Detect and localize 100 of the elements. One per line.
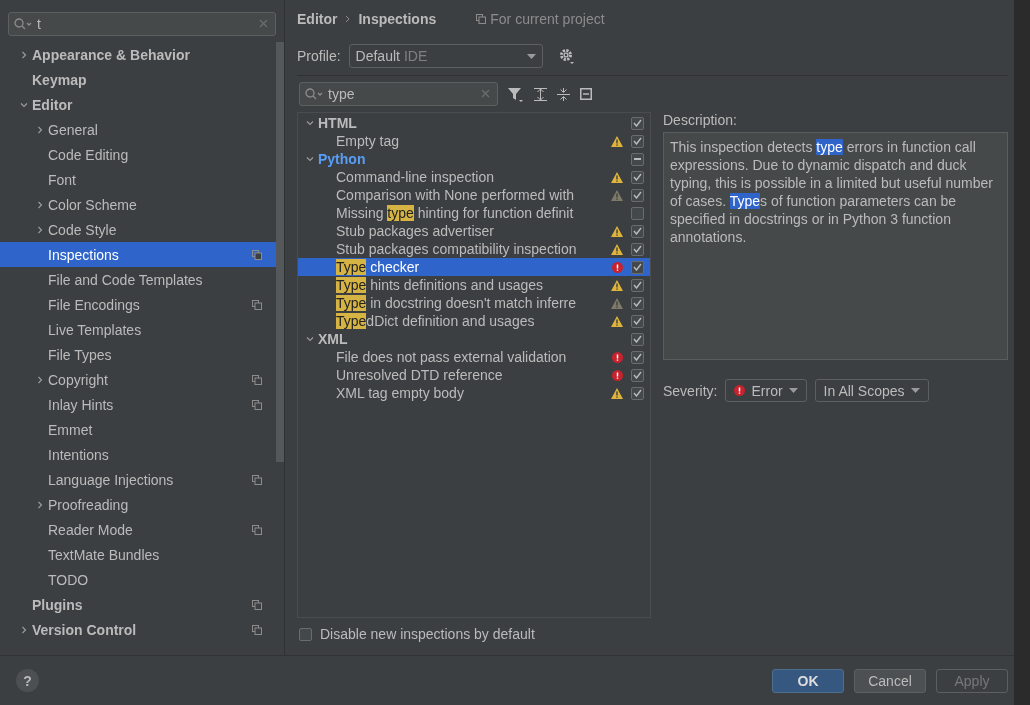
settings-icon[interactable] xyxy=(558,48,575,64)
dropdown-arrow-icon xyxy=(788,388,798,393)
chevron-down-icon[interactable] xyxy=(306,155,314,163)
settings-tree-item[interactable]: Plugins xyxy=(0,592,276,617)
check-mark-icon xyxy=(633,263,642,271)
settings-tree-item[interactable]: Inspections xyxy=(0,242,276,267)
settings-tree-item[interactable]: TextMate Bundles xyxy=(0,542,276,567)
chevron-right-icon[interactable] xyxy=(36,225,44,234)
settings-tree-item[interactable]: Reader Mode xyxy=(0,517,276,542)
checkbox[interactable] xyxy=(631,134,644,148)
settings-tree-item[interactable]: Appearance & Behavior xyxy=(0,42,276,67)
check-mark-icon xyxy=(633,245,642,253)
search-field[interactable]: t xyxy=(8,12,276,36)
search-icon xyxy=(305,88,323,100)
chevron-right-icon[interactable] xyxy=(36,500,44,509)
checkbox[interactable] xyxy=(631,368,644,382)
collapse-all-icon[interactable] xyxy=(557,87,570,101)
checkbox[interactable] xyxy=(631,224,644,238)
inspection-row[interactable]: HTML xyxy=(298,114,650,132)
settings-tree-item[interactable]: Code Editing xyxy=(0,142,276,167)
checkbox[interactable] xyxy=(631,386,644,400)
dropdown-arrow-icon xyxy=(526,53,536,59)
settings-tree-item[interactable]: Editor xyxy=(0,92,276,117)
check-mark-icon xyxy=(633,191,642,199)
settings-tree-item[interactable]: File and Code Templates xyxy=(0,267,276,292)
chevron-right-icon[interactable] xyxy=(36,375,44,384)
filter-icon[interactable] xyxy=(508,86,524,102)
checkbox-label[interactable]: Disable new inspections by default xyxy=(320,626,535,642)
checkbox[interactable] xyxy=(631,152,644,166)
profile-dropdown[interactable]: Default IDE xyxy=(348,44,543,68)
inspection-row[interactable]: XML tag empty body xyxy=(298,384,650,402)
search-icon xyxy=(14,18,32,30)
scrollbar-thumb[interactable] xyxy=(276,42,284,462)
settings-tree-item[interactable]: TODO xyxy=(0,567,276,592)
inspection-row[interactable]: Stub packages advertiser xyxy=(298,222,650,240)
filter-field[interactable]: type xyxy=(299,82,498,106)
inspection-row[interactable]: Python xyxy=(298,150,650,168)
settings-tree-item[interactable]: Inlay Hints xyxy=(0,392,276,417)
checkbox[interactable] xyxy=(631,206,644,220)
severity-dropdown[interactable]: Error xyxy=(725,379,807,402)
inspection-row[interactable]: Command-line inspection xyxy=(298,168,650,186)
checkbox[interactable] xyxy=(631,188,644,202)
inspection-row[interactable]: Type checker xyxy=(298,258,650,276)
settings-tree-item[interactable]: Intentions xyxy=(0,442,276,467)
inspection-row[interactable]: Empty tag xyxy=(298,132,650,150)
checkbox[interactable] xyxy=(631,278,644,292)
breadcrumb-item[interactable]: Editor xyxy=(297,11,338,27)
settings-tree-item[interactable]: File Types xyxy=(0,342,276,367)
checkbox[interactable] xyxy=(631,260,644,274)
settings-tree-item[interactable]: Color Scheme xyxy=(0,192,276,217)
checkbox[interactable] xyxy=(631,242,644,256)
reset-icon[interactable] xyxy=(580,88,592,100)
settings-tree-item[interactable]: File Encodings xyxy=(0,292,276,317)
checkbox[interactable] xyxy=(631,350,644,364)
dialog-button[interactable]: OK xyxy=(772,668,844,693)
chevron-right-icon[interactable] xyxy=(20,625,28,634)
settings-tree-item[interactable]: Language Injections xyxy=(0,467,276,492)
inspection-row[interactable]: Comparison with None performed with xyxy=(298,186,650,204)
help-button[interactable]: ? xyxy=(16,669,39,692)
settings-tree-item[interactable]: Live Templates xyxy=(0,317,276,342)
chevron-down-icon[interactable] xyxy=(20,100,28,109)
checkbox[interactable] xyxy=(631,314,644,328)
scope-dropdown[interactable]: In All Scopes xyxy=(814,379,929,402)
inspection-row[interactable]: Stub packages compatibility inspection xyxy=(298,240,650,258)
dropdown-arrow-icon xyxy=(910,388,920,393)
inspection-row[interactable]: Type in docstring doesn't match inferre xyxy=(298,294,650,312)
settings-tree-item[interactable]: Version Control xyxy=(0,617,276,642)
settings-tree-item[interactable]: General xyxy=(0,117,276,142)
settings-tree-item[interactable]: Proofreading xyxy=(0,492,276,517)
breadcrumb-item[interactable]: Inspections xyxy=(358,11,437,27)
check-mark-icon xyxy=(633,389,642,397)
inspection-row[interactable]: TypedDict definition and usages xyxy=(298,312,650,330)
checkbox[interactable] xyxy=(299,627,312,641)
inspection-row[interactable]: File does not pass external validation xyxy=(298,348,650,366)
inspection-row[interactable]: Type hints definitions and usages xyxy=(298,276,650,294)
checkbox[interactable] xyxy=(631,332,644,346)
settings-tree-item[interactable]: Font xyxy=(0,167,276,192)
inspection-row[interactable]: Unresolved DTD reference xyxy=(298,366,650,384)
description-title: Description: xyxy=(663,112,738,130)
inspection-row[interactable]: XML xyxy=(298,330,650,348)
expand-all-icon[interactable] xyxy=(534,87,547,101)
checkbox[interactable] xyxy=(631,116,644,130)
check-mark-icon xyxy=(633,335,642,343)
copy-icon xyxy=(476,14,487,24)
checkbox[interactable] xyxy=(631,296,644,310)
chevron-right-icon[interactable] xyxy=(36,125,44,134)
profile-label: Profile: xyxy=(297,48,341,64)
settings-tree-item[interactable]: Emmet xyxy=(0,417,276,442)
dialog-button[interactable]: Cancel xyxy=(854,668,926,693)
check-mark-icon xyxy=(633,137,642,145)
chevron-right-icon[interactable] xyxy=(20,50,28,59)
settings-tree-item[interactable]: Keymap xyxy=(0,67,276,92)
checkbox[interactable] xyxy=(631,170,644,184)
inspection-row[interactable]: Missing type hinting for function definit xyxy=(298,204,650,222)
chevron-down-icon[interactable] xyxy=(306,119,314,127)
chevron-right-icon[interactable] xyxy=(36,200,44,209)
check-mark-icon xyxy=(633,353,642,361)
settings-tree-item[interactable]: Copyright xyxy=(0,367,276,392)
chevron-down-icon[interactable] xyxy=(306,335,314,343)
settings-tree-item[interactable]: Code Style xyxy=(0,217,276,242)
